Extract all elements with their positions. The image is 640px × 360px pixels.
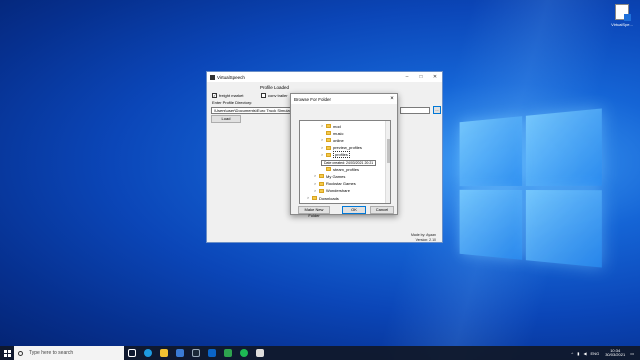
system-tray: ^ ▮ ◀ ENG 10:34 30/03/2021 ▭ xyxy=(571,348,640,358)
windows-icon xyxy=(3,349,11,357)
app-title: VirtualSpeech xyxy=(217,74,245,80)
desktop-shortcut-label: VirtualSpe... xyxy=(611,22,633,27)
folder-label: steam_profiles xyxy=(333,166,360,172)
cancel-button[interactable]: Cancel xyxy=(370,206,394,214)
maximize-button[interactable]: □ xyxy=(414,74,428,80)
folder-label: preview_profiles xyxy=(333,145,362,151)
file-icon xyxy=(615,4,631,21)
dialog-close-button[interactable]: × xyxy=(387,96,397,102)
folder-label: music xyxy=(333,130,344,136)
taskbar-search[interactable]: Type here to search xyxy=(14,346,124,360)
mail-icon[interactable] xyxy=(204,346,220,360)
app-icon xyxy=(210,74,215,80)
folder-icon xyxy=(326,145,331,150)
folder-tree-item[interactable]: > mod xyxy=(321,123,341,129)
folder-tree-item[interactable]: steam_profiles xyxy=(321,166,359,172)
taskbar: Type here to search ^ ▮ ◀ ENG 10:34 30/0… xyxy=(0,346,640,360)
freight-market-label: freight market xyxy=(219,93,244,98)
folder-icon xyxy=(319,181,324,186)
browse-button[interactable]: ... xyxy=(433,106,441,114)
folder-label: Wondershare xyxy=(326,188,350,194)
folder-icon xyxy=(326,152,331,157)
folder-label: online xyxy=(333,137,344,143)
start-button[interactable] xyxy=(0,346,14,360)
folder-icon xyxy=(326,124,331,128)
steam-icon[interactable] xyxy=(188,346,204,360)
spotify-icon[interactable] xyxy=(236,346,252,360)
enter-dir-label: Enter Profile Directory: xyxy=(212,100,253,105)
folder-label: Downloads xyxy=(319,195,339,201)
profile-directory-input-end[interactable] xyxy=(400,107,430,114)
game-icon[interactable] xyxy=(220,346,236,360)
folder-icon xyxy=(319,174,324,179)
app-icon-taskbar[interactable] xyxy=(252,346,268,360)
windows-wallpaper-logo xyxy=(459,108,602,268)
credits: Made by: Ayaan Version: 2.10 xyxy=(411,233,436,242)
close-button[interactable]: ✕ xyxy=(428,74,442,80)
notifications-icon[interactable]: ▭ xyxy=(630,351,634,356)
clock[interactable]: 10:34 30/03/2021 xyxy=(605,348,626,358)
folder-label: mod xyxy=(333,123,341,129)
tooltip: Date created: 24/03/2021 20:21 xyxy=(321,160,377,166)
browse-folder-dialog: Browse For Folder × > mod music > online > pre… xyxy=(290,93,398,218)
made-by-text: Made by: Ayaan xyxy=(410,233,436,237)
folder-tree-item[interactable]: > Downloads xyxy=(307,195,339,201)
profile-loaded-label: Profile Loaded xyxy=(260,85,290,90)
folder-tree-item[interactable]: > Wondershare xyxy=(314,188,350,194)
volume-icon[interactable]: ◀ xyxy=(583,351,586,356)
clock-date: 30/03/2021 xyxy=(605,352,626,357)
folder-tree-item[interactable]: > preview_profiles xyxy=(321,145,362,151)
conv-trailer-checkbox[interactable]: conv trailer xyxy=(261,93,288,98)
version-text: Version: 2.10 xyxy=(415,237,436,242)
tray-chevron-icon[interactable]: ^ xyxy=(571,351,573,356)
make-new-folder-button[interactable]: Make New Folder xyxy=(298,206,330,218)
folder-tree-item[interactable]: > profiles xyxy=(321,151,350,159)
conv-trailer-label: conv trailer xyxy=(268,93,288,98)
file-explorer-icon[interactable] xyxy=(156,346,172,360)
task-view-icon[interactable] xyxy=(124,346,140,360)
load-button[interactable]: Load xyxy=(211,115,241,123)
search-placeholder: Type here to search xyxy=(29,350,74,356)
folder-icon xyxy=(312,196,317,200)
search-icon xyxy=(18,350,23,356)
folder-label: profiles xyxy=(333,151,350,159)
language-indicator[interactable]: ENG xyxy=(591,351,600,356)
tree-scrollbar[interactable] xyxy=(385,121,390,203)
dialog-titlebar[interactable]: Browse For Folder × xyxy=(291,94,397,104)
desktop-shortcut[interactable]: VirtualSpe... xyxy=(608,4,636,27)
ok-button[interactable]: OK xyxy=(342,206,366,214)
freight-market-checkbox[interactable]: ✓ freight market xyxy=(212,93,243,98)
folder-label: Rockstar Games xyxy=(326,181,356,187)
app-titlebar[interactable]: VirtualSpeech – □ ✕ xyxy=(207,72,442,82)
folder-tree-item[interactable]: > online xyxy=(321,137,344,143)
checkmark-icon: ✓ xyxy=(212,93,217,98)
store-icon[interactable] xyxy=(172,346,188,360)
folder-tree-item[interactable]: > Rockstar Games xyxy=(314,181,356,187)
folder-icon xyxy=(326,167,331,172)
folder-tree-item[interactable]: music xyxy=(321,130,343,136)
minimize-button[interactable]: – xyxy=(400,74,414,80)
edge-icon[interactable] xyxy=(140,346,156,360)
scrollbar-thumb[interactable] xyxy=(387,139,390,163)
dialog-title: Browse For Folder xyxy=(294,96,332,102)
network-icon[interactable]: ▮ xyxy=(577,351,579,356)
folder-label: My Games xyxy=(326,173,346,179)
folder-icon xyxy=(326,138,331,143)
folder-tree-item[interactable]: > My Games xyxy=(314,173,345,179)
folder-icon xyxy=(326,131,331,136)
folder-icon xyxy=(319,188,324,193)
